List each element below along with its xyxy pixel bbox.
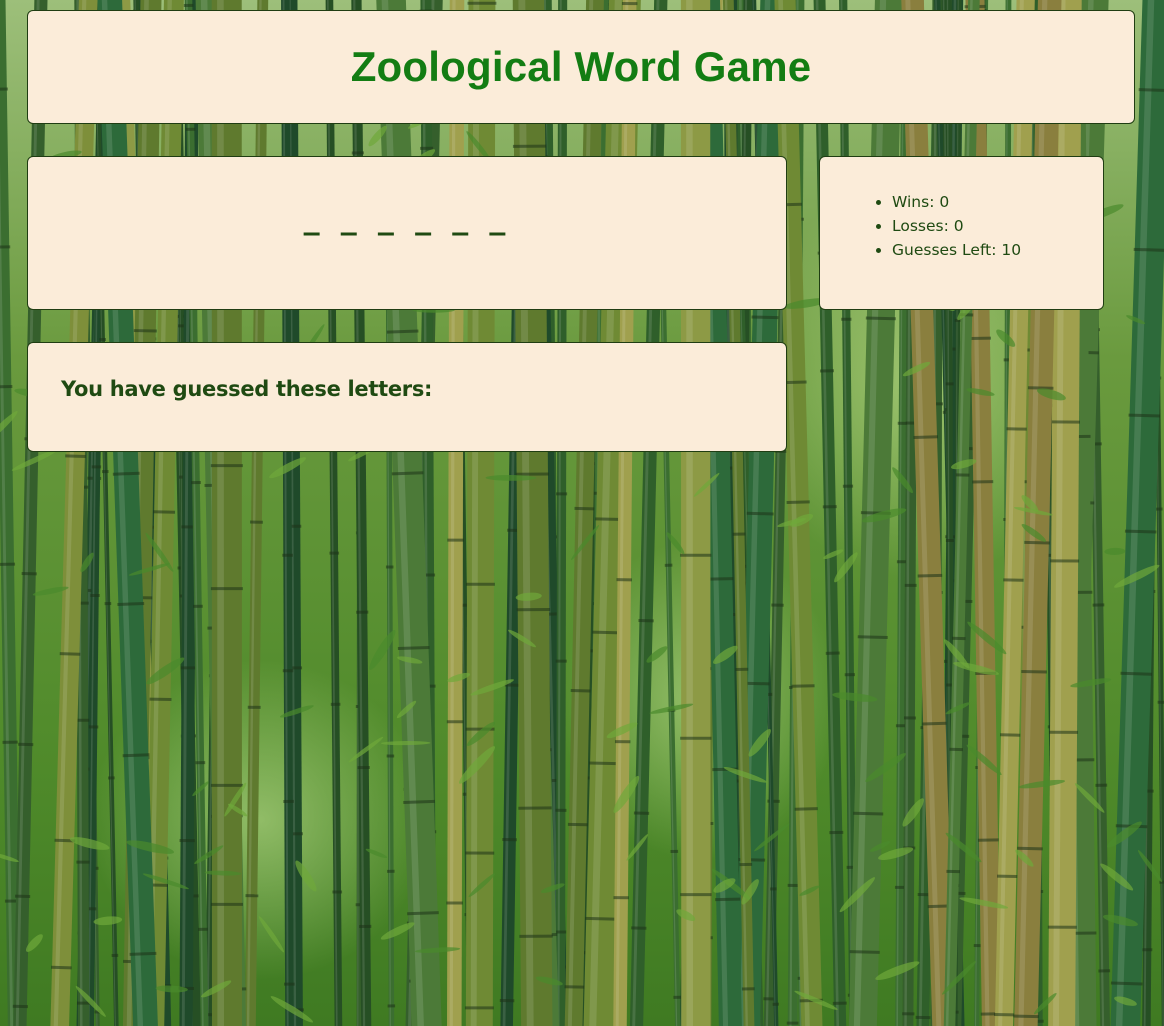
hidden-word-display: _ _ _ _ _ _ [303, 198, 511, 236]
guessed-letters-panel: You have guessed these letters: [27, 342, 787, 452]
guessed-letters-heading: You have guessed these letters: [61, 377, 433, 401]
losses-count: Losses: 0 [892, 214, 1021, 238]
wins-count: Wins: 0 [892, 190, 1021, 214]
bamboo-forest-background [0, 0, 1164, 1026]
word-panel: _ _ _ _ _ _ [27, 156, 787, 310]
title-panel: Zoological Word Game [27, 10, 1135, 124]
page-title: Zoological Word Game [350, 43, 812, 90]
guesses-left-count: Guesses Left: 10 [892, 238, 1021, 262]
stats-panel: Wins: 0 Losses: 0 Guesses Left: 10 [819, 156, 1104, 310]
stats-list: Wins: 0 Losses: 0 Guesses Left: 10 [870, 190, 1021, 262]
